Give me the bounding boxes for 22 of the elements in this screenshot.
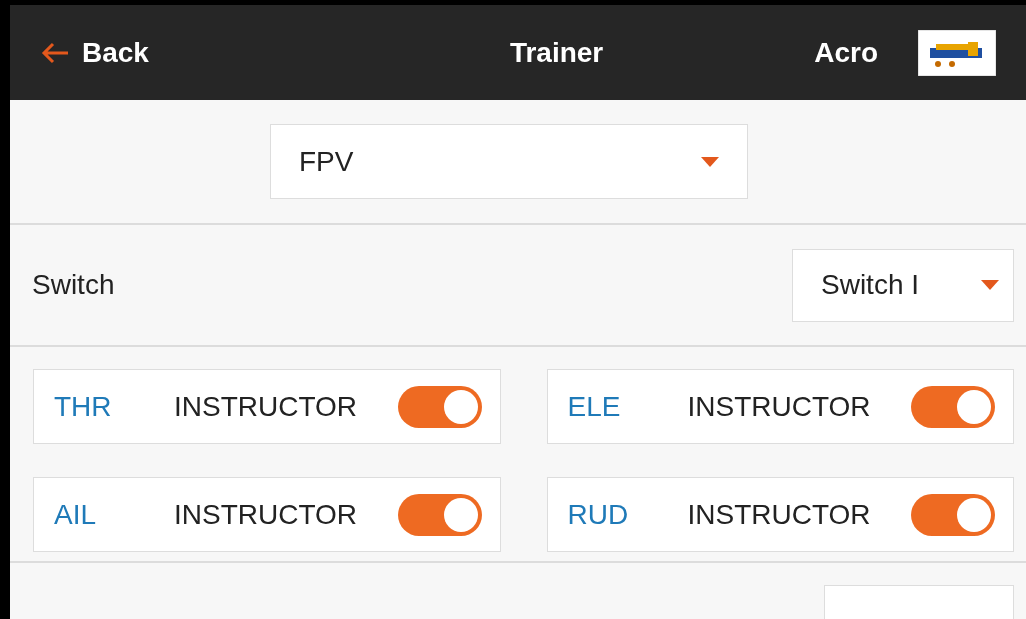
channel-role: INSTRUCTOR (174, 389, 359, 424)
page-title: Trainer (509, 35, 604, 70)
back-button[interactable]: Back (40, 31, 149, 74)
airplane-thumbnail-icon[interactable] (918, 29, 996, 76)
channel-name: RUD (567, 497, 630, 532)
channel-name: ELE (567, 389, 622, 424)
channel-role: INSTRUCTOR (687, 497, 872, 532)
toggle-switch[interactable] (911, 385, 995, 428)
toggle-switch[interactable] (397, 385, 482, 428)
switch-label: Switch (32, 268, 115, 302)
toggle-switch[interactable] (397, 493, 482, 536)
caret-icon (981, 280, 999, 290)
channel-name: THR (54, 389, 113, 424)
channel-name: AIL (54, 497, 98, 532)
model-name: Acro (814, 35, 878, 70)
caret-icon (701, 156, 719, 167)
channel-role: INSTRUCTOR (687, 389, 872, 424)
switch-dropdown[interactable]: Switch I (792, 248, 1014, 322)
toggle-switch[interactable] (911, 493, 995, 536)
channel-role: INSTRUCTOR (174, 497, 359, 532)
mode-dropdown[interactable]: FPV (270, 124, 748, 199)
back-arrow-icon (40, 40, 70, 65)
